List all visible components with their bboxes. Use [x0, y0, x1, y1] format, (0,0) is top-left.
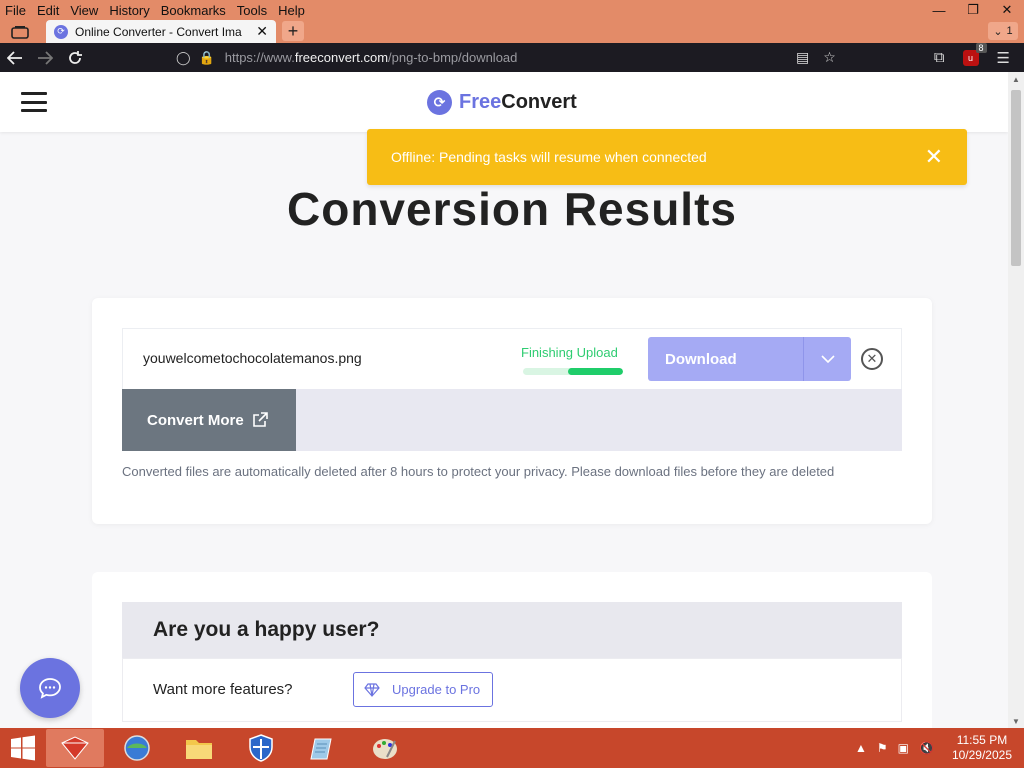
volume-muted-icon[interactable]: 🔇 — [919, 741, 934, 755]
convert-more-label: Convert More — [147, 411, 244, 429]
menu-bookmarks[interactable]: Bookmarks — [156, 3, 232, 18]
hamburger-menu-icon[interactable] — [21, 92, 47, 112]
toast-close-icon[interactable]: ✕ — [925, 144, 943, 170]
upgrade-to-pro-button[interactable]: Upgrade to Pro — [353, 672, 493, 707]
forward-icon[interactable] — [30, 43, 60, 72]
browser-titlebar: File Edit View History Bookmarks Tools H… — [0, 0, 1024, 43]
happy-user-body: Want more features? Upgrade to Pro — [122, 658, 902, 722]
convert-more-row: Convert More — [122, 389, 902, 451]
taskbar-paint-icon[interactable] — [356, 729, 414, 767]
ublock-badge: 8 — [975, 42, 987, 53]
navigation-bar: ◯ 🔒 https://www. freeconvert.com/png-to-b… — [0, 42, 1024, 72]
diamond-icon — [364, 682, 380, 697]
lock-icon[interactable]: 🔒 — [199, 50, 215, 66]
new-tab-icon[interactable]: + — [282, 21, 304, 41]
tab-bar: ⟳ Online Converter - Convert Ima ✕ + ⌄ 1 — [0, 20, 1024, 43]
clock-time: 11:55 PM — [956, 733, 1008, 747]
offline-toast: Offline: Pending tasks will resume when … — [367, 129, 967, 185]
logo-refresh-icon: ⟳ — [427, 89, 452, 115]
start-windows-icon[interactable] — [0, 728, 46, 768]
close-tab-icon[interactable]: ✕ — [256, 23, 268, 40]
taskbar-notepad-icon[interactable] — [294, 729, 352, 767]
freeconvert-logo[interactable]: ⟳ FreeConvert — [427, 89, 577, 115]
results-card: youwelcometochocolatemanos.png Finishing… — [92, 298, 932, 524]
freeconvert-favicon-icon: ⟳ — [54, 24, 68, 39]
close-window-icon[interactable]: ✕ — [990, 0, 1024, 20]
menu-help[interactable]: Help — [273, 3, 311, 18]
tab-title: Online Converter - Convert Ima — [75, 24, 242, 39]
privacy-note: Converted files are automatically delete… — [122, 464, 835, 479]
upload-progress-bar — [523, 368, 623, 375]
file-name: youwelcometochocolatemanos.png — [143, 350, 362, 366]
reload-icon[interactable] — [60, 43, 90, 72]
tray-expand-icon[interactable]: ▲ — [855, 741, 867, 755]
menu-edit[interactable]: Edit — [32, 3, 65, 18]
menu-tools[interactable]: Tools — [232, 3, 273, 18]
scroll-up-icon[interactable]: ▲ — [1008, 72, 1024, 86]
logo-convert-text: Convert — [501, 90, 577, 113]
page-scrollbar[interactable]: ▲ ▼ — [1008, 72, 1024, 728]
taskbar-file-explorer-icon[interactable] — [170, 729, 228, 767]
happy-user-heading: Are you a happy user? — [122, 602, 902, 658]
taskbar-clock[interactable]: 11:55 PM 10/29/2025 — [952, 733, 1012, 763]
upload-progress-fill — [568, 368, 623, 375]
more-features-text: Want more features? — [153, 681, 293, 698]
happy-user-card: Are you a happy user? Want more features… — [92, 572, 932, 728]
logo-free-text: Free — [459, 90, 502, 113]
network-icon[interactable]: ▣ — [898, 741, 909, 755]
system-tray: ▲ ⚑ ▣ 🔇 11:55 PM 10/29/2025 — [855, 728, 1024, 768]
ublock-icon[interactable]: u8 — [962, 42, 987, 66]
reader-view-icon[interactable]: ▤ — [796, 49, 809, 66]
site-header: ⟳ FreeConvert — [0, 72, 1008, 132]
chat-bubble-icon — [39, 678, 61, 699]
taskbar: ▲ ⚑ ▣ 🔇 11:55 PM 10/29/2025 — [0, 728, 1024, 768]
browser-tab[interactable]: ⟳ Online Converter - Convert Ima ✕ — [46, 20, 276, 43]
back-icon[interactable] — [0, 43, 30, 72]
address-bar-actions: ▤ ☆ — [796, 43, 836, 72]
menu-history[interactable]: History — [104, 3, 155, 18]
menu-file[interactable]: File — [0, 3, 32, 18]
toast-message: Offline: Pending tasks will resume when … — [391, 149, 707, 165]
external-link-icon — [252, 412, 268, 427]
menu-view[interactable]: View — [65, 3, 104, 18]
minimize-icon[interactable]: — — [922, 0, 956, 20]
web-page: ⟳ FreeConvert Offline: Pending tasks wil… — [0, 72, 1008, 728]
upgrade-label: Upgrade to Pro — [392, 682, 481, 697]
tab-overview-icon[interactable] — [8, 22, 32, 42]
app-menu-icon[interactable]: ☰ — [997, 49, 1010, 67]
remove-file-icon[interactable]: ✕ — [861, 348, 883, 370]
action-center-flag-icon[interactable]: ⚑ — [877, 741, 888, 755]
download-options-chevron-icon[interactable] — [803, 337, 851, 381]
bookmark-star-icon[interactable]: ☆ — [823, 49, 836, 66]
taskbar-security-shield-icon[interactable] — [232, 729, 290, 767]
restore-icon[interactable]: ❐ — [956, 0, 990, 20]
clock-date: 10/29/2025 — [951, 748, 1012, 762]
chevron-down-icon: ⌄ — [993, 25, 1003, 38]
taskbar-app-red-icon[interactable] — [46, 729, 104, 767]
address-bar[interactable]: ◯ 🔒 https://www. freeconvert.com/png-to-b… — [176, 45, 848, 70]
convert-more-button[interactable]: Convert More — [122, 389, 296, 451]
file-row: youwelcometochocolatemanos.png Finishing… — [122, 328, 902, 390]
menu-bar: File Edit View History Bookmarks Tools H… — [0, 0, 311, 20]
extensions-puzzle-icon[interactable]: ⧉ — [934, 49, 945, 66]
tab-list-button[interactable]: ⌄ 1 — [988, 22, 1018, 40]
window-controls: — ❐ ✕ — [922, 0, 1024, 20]
tab-count: 1 — [1006, 25, 1013, 37]
url-host: freeconvert.com — [294, 50, 389, 65]
taskbar-browser-globe-icon[interactable] — [108, 729, 166, 767]
url-path: /png-to-bmp/download — [388, 50, 518, 65]
toolbar-extensions: ⧉ u8 ☰ — [934, 42, 1024, 72]
upload-status: Finishing Upload — [521, 345, 618, 360]
url-prefix: https://www. — [224, 50, 295, 65]
chat-support-button[interactable] — [20, 658, 80, 718]
page-title: Conversion Results — [287, 183, 737, 235]
download-button[interactable]: Download — [648, 337, 803, 381]
scroll-down-icon[interactable]: ▼ — [1008, 714, 1024, 728]
shield-icon[interactable]: ◯ — [176, 50, 191, 66]
scrollbar-thumb[interactable] — [1011, 90, 1021, 266]
